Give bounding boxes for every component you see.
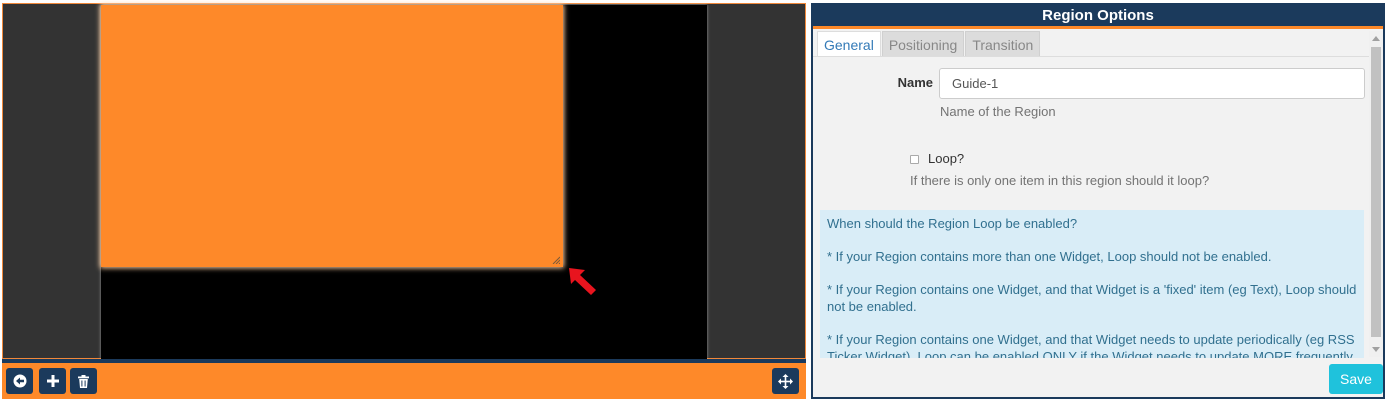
info-item: * If your Region contains one Widget, an… [827,282,1357,314]
add-region-button[interactable] [39,368,66,394]
move-arrows-icon [778,373,793,389]
loop-info-alert: When should the Region Loop be enabled? … [820,210,1364,358]
tab-general[interactable]: General [817,31,881,57]
name-help-text: Name of the Region [940,104,1056,119]
save-button[interactable]: Save [1329,364,1383,394]
back-button[interactable] [6,368,33,394]
trash-icon [78,374,89,388]
designer-canvas-area [2,3,806,359]
name-label: Name [897,75,933,90]
move-button[interactable] [772,368,799,394]
scroll-down-icon[interactable] [1372,347,1380,352]
panel-title: Region Options [813,5,1383,29]
panel-scrollbar[interactable] [1369,31,1383,357]
region-guide-1[interactable] [101,5,563,267]
pointer-arrow-icon [569,268,596,295]
general-form: Name Name of the Region Loop? If there i… [813,57,1369,209]
scroll-thumb[interactable] [1371,47,1381,337]
options-tabs: General Positioning Transition [817,31,1041,57]
resize-handle-icon[interactable] [552,256,560,264]
layout-designer [0,0,808,402]
plus-icon [46,375,59,387]
region-options-panel: Region Options General Positioning Trans… [811,3,1385,399]
tab-positioning[interactable]: Positioning [881,31,965,57]
delete-region-button[interactable] [70,368,97,394]
loop-help-text: If there is only one item in this region… [910,173,1210,188]
designer-toolbar [2,359,806,399]
info-item: * If your Region contains one Widget, an… [827,332,1355,358]
name-input[interactable] [939,68,1365,99]
scroll-up-icon[interactable] [1372,36,1380,41]
tab-transition[interactable]: Transition [965,31,1041,57]
loop-checkbox[interactable] [910,155,919,164]
info-item: * If your Region contains more than one … [827,249,1272,264]
info-heading: When should the Region Loop be enabled? [827,216,1078,231]
layout-canvas[interactable] [101,5,707,359]
arrow-left-circle-icon [13,374,26,388]
loop-label[interactable]: Loop? [928,151,964,166]
